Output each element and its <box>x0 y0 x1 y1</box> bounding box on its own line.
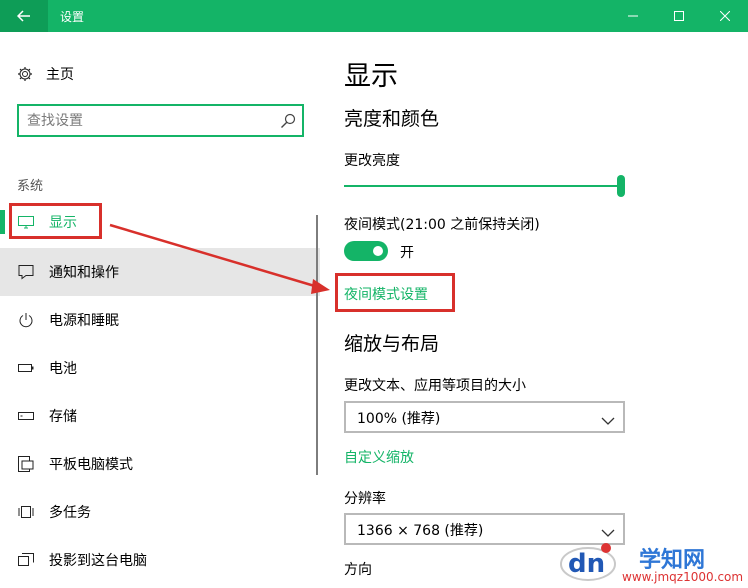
watermark-url: www.jmqz1000.com <box>622 570 744 584</box>
watermark-logo-text: dn <box>568 549 605 579</box>
watermark-logo: dn <box>560 543 616 581</box>
annotation-arrow <box>109 223 330 294</box>
watermark: dn 学知网 www.jmqz1000.com <box>554 532 748 588</box>
